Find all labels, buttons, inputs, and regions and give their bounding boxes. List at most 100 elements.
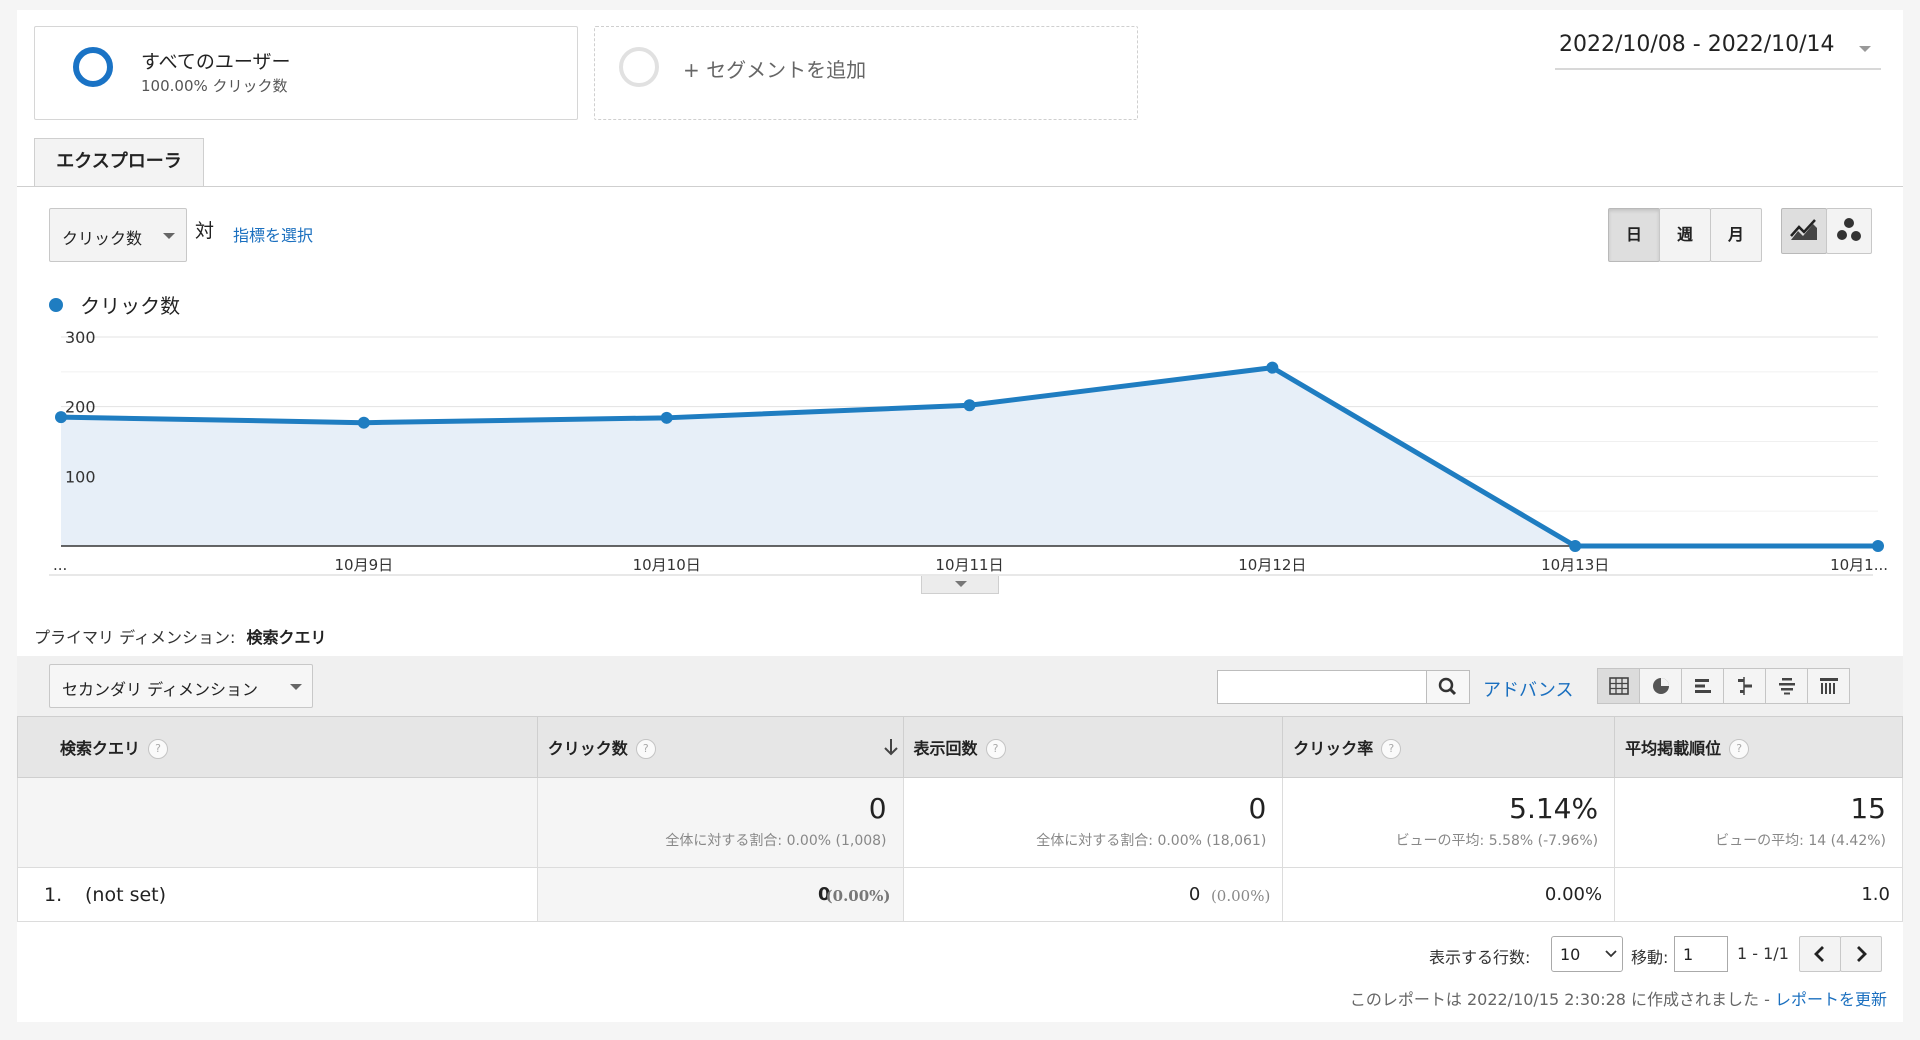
totals-value: 15 [1850, 792, 1886, 825]
totals-subtext: 全体に対する割合: 0.00% (1,008) [665, 833, 887, 849]
date-range-picker[interactable]: 2022/10/08 - 2022/10/14 [1555, 30, 1881, 70]
line-chart-icon [1790, 219, 1817, 240]
column-header-label: クリック率 [1293, 738, 1374, 758]
term-cloud-button[interactable] [1765, 668, 1808, 704]
data-point [1266, 361, 1279, 374]
help-icon[interactable]: ? [985, 739, 1006, 760]
totals-clicks-cell: 0 全体に対する割合: 0.00% (1,008) [536, 777, 904, 868]
x-tick-label: 10月12日 [1238, 556, 1306, 574]
pivot-view-button[interactable] [1807, 668, 1850, 704]
period-toggle: 日 週 月 [1608, 208, 1762, 262]
x-tick-label: 10月13日 [1541, 556, 1609, 574]
clicks-line-chart: 300 200 100... 10月9日 10月10日 10月11日 10月12日 10月13… [49, 328, 1888, 576]
help-icon[interactable]: ? [1381, 739, 1402, 760]
rows-per-page-select[interactable]: 10 [1551, 936, 1623, 972]
previous-page-button[interactable] [1799, 936, 1841, 972]
x-tick-label: 10月1... [1830, 556, 1888, 574]
x-tick-label: 10月10日 [633, 556, 701, 574]
totals-subtext: 全体に対する割合: 0.00% (18,061) [1036, 833, 1267, 849]
pie-view-button[interactable] [1639, 668, 1682, 704]
x-tick-label: 10月9日 [335, 556, 394, 574]
segment-color-icon [73, 47, 113, 87]
segment-all-users[interactable]: すべてのユーザー 100.00% クリック数 [34, 26, 578, 120]
metric-select[interactable]: クリック数 [49, 208, 187, 262]
row-query-cell: 1. (not set) [17, 867, 538, 922]
motion-chart-button[interactable] [1826, 208, 1872, 254]
pie-view-icon [1652, 678, 1669, 694]
column-header-label: 平均掲載順位 [1625, 738, 1722, 758]
data-point [1569, 540, 1582, 552]
secondary-dimension-select[interactable]: セカンダリ ディメンション [49, 664, 313, 708]
empty-segment-icon [619, 47, 659, 87]
row-impressions-cell: 0 (0.00%) [902, 867, 1284, 922]
period-month-button[interactable]: 月 [1710, 208, 1762, 262]
table-row: 1. (not set) 0 (0.00%) 0 (0.00%) 0.00% 1… [17, 867, 1903, 922]
column-header-label: 表示回数 [913, 738, 978, 758]
goto-label: 移動: [1631, 948, 1669, 967]
chevron-down-icon [1605, 950, 1617, 958]
help-icon[interactable]: ? [148, 739, 169, 760]
goto-page-input[interactable]: 1 [1674, 936, 1728, 972]
bar-view-button[interactable] [1681, 668, 1724, 704]
chart-collapse-handle[interactable] [921, 576, 999, 594]
segment-subtitle: 100.00% クリック数 [141, 77, 288, 95]
totals-subtext: ビューの平均: 14 (4.42%) [1715, 833, 1886, 849]
report-panel: すべてのユーザー 100.00% クリック数 + セグメントを追加 2022/1… [17, 10, 1903, 1022]
chevron-down-icon [290, 684, 302, 690]
column-header-query[interactable]: 検索クエリ? [17, 716, 538, 778]
column-header-clicks[interactable]: クリック数? [536, 716, 904, 778]
add-segment-label: + セグメントを追加 [683, 58, 867, 82]
row-position-value: 1.0 [1861, 884, 1890, 905]
column-header-impressions[interactable]: 表示回数? [902, 716, 1284, 778]
search-button[interactable] [1426, 670, 1470, 704]
data-table: 検索クエリ? クリック数? 表示回数? クリック率? 平均掲載順位? 0 全体に… [17, 716, 1903, 922]
row-impressions-percent: (0.00%) [1210, 887, 1271, 905]
data-point [660, 411, 673, 424]
row-clicks-cell: 0 (0.00%) [536, 867, 904, 922]
bubble-chart-icon [1837, 218, 1861, 241]
column-header-ctr[interactable]: クリック率? [1282, 716, 1616, 778]
row-index: 1. [44, 884, 63, 906]
next-page-button[interactable] [1840, 936, 1882, 972]
primary-dimension-value[interactable]: 検索クエリ [246, 628, 326, 647]
help-icon[interactable]: ? [1729, 739, 1750, 760]
totals-impressions-cell: 0 全体に対する割合: 0.00% (18,061) [902, 777, 1284, 868]
data-point [1872, 540, 1884, 552]
column-header-label: クリック数 [547, 738, 628, 758]
period-day-button[interactable]: 日 [1608, 208, 1660, 262]
choose-metric-link[interactable]: 指標を選択 [233, 222, 313, 246]
chevron-down-icon [955, 581, 967, 587]
goto-page-value: 1 [1683, 945, 1694, 964]
rows-per-page-label: 表示する行数: [1429, 948, 1531, 967]
chart-type-toggle [1781, 208, 1872, 254]
totals-value: 5.14% [1509, 792, 1599, 825]
table-toolbar: セカンダリ ディメンション アドバンス [17, 656, 1903, 716]
comparison-view-button[interactable] [1723, 668, 1766, 704]
sort-descending-icon[interactable] [883, 737, 899, 757]
rows-per-page-value: 10 [1560, 945, 1581, 964]
column-header-avg-position[interactable]: 平均掲載順位? [1614, 716, 1903, 778]
y-tick-label: 100 [65, 467, 96, 486]
x-tick-label: ... [53, 556, 67, 574]
add-segment-card[interactable]: + セグメントを追加 [594, 26, 1138, 120]
refresh-report-link[interactable]: レポートを更新 [1775, 990, 1887, 1009]
metric-select-label: クリック数 [62, 229, 143, 248]
primary-dimension: プライマリ ディメンション: 検索クエリ [34, 624, 326, 648]
column-header-label: 検索クエリ [60, 738, 141, 758]
line-chart-button[interactable] [1781, 208, 1827, 254]
period-week-button[interactable]: 週 [1659, 208, 1711, 262]
page-range: 1 - 1/1 [1737, 944, 1789, 963]
tab-explorer[interactable]: エクスプローラ [34, 138, 204, 186]
table-view-button[interactable] [1597, 668, 1640, 704]
y-tick-label: 200 [65, 398, 96, 417]
totals-row: 0 全体に対する割合: 0.00% (1,008) 0 全体に対する割合: 0.… [17, 777, 1903, 868]
advanced-link[interactable]: アドバンス [1483, 676, 1574, 702]
help-icon[interactable]: ? [635, 739, 656, 760]
y-tick-label: 300 [65, 328, 96, 347]
table-search-input[interactable] [1217, 670, 1427, 704]
totals-label-cell [17, 777, 538, 868]
secondary-dimension-label: セカンダリ ディメンション [62, 680, 258, 699]
totals-subtext: ビューの平均: 5.58% (-7.96%) [1395, 833, 1599, 849]
term-cloud-icon [1778, 678, 1795, 695]
row-query-link[interactable]: (not set) [85, 884, 166, 906]
